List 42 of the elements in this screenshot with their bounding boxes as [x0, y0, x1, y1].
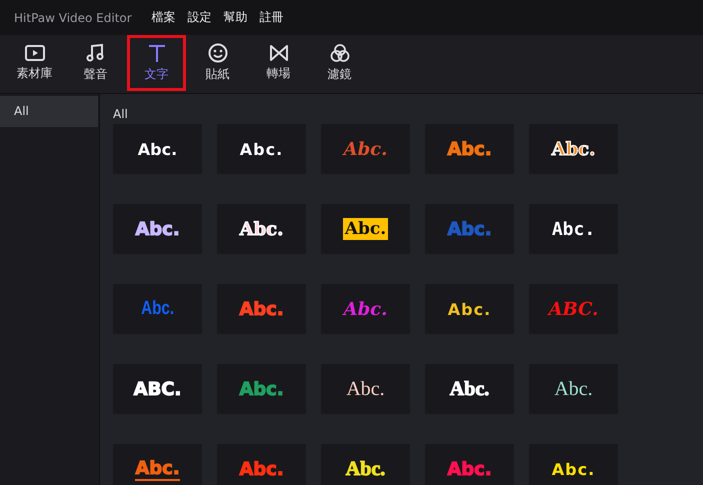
text-style-preset[interactable]: Abc. — [321, 204, 410, 254]
filter-circles-icon — [330, 43, 350, 63]
app-title: HitPaw Video Editor — [14, 10, 132, 24]
text-style-preset[interactable]: Abc. — [217, 124, 306, 174]
text-style-preset[interactable]: Abc. — [321, 444, 410, 485]
text-style-preset[interactable]: Abc. — [113, 204, 202, 254]
toolbar-tab[interactable]: 轉場 — [249, 35, 308, 91]
text-style-preset[interactable]: Abc. — [321, 124, 410, 174]
text-style-preset[interactable]: ABC. — [113, 364, 202, 414]
menu-item[interactable]: 檔案 — [152, 9, 176, 26]
text-style-preset[interactable]: Abc. — [217, 444, 306, 485]
toolbar-tab[interactable]: 文字 — [127, 35, 186, 91]
text-style-preset[interactable]: ABC. — [529, 284, 618, 334]
text-style-preset[interactable]: Abc. — [529, 124, 618, 174]
text-style-preset[interactable]: Abc. — [425, 364, 514, 414]
text-icon — [148, 43, 166, 63]
text-style-preset[interactable]: Abc. — [425, 284, 514, 334]
bowtie-icon — [268, 44, 288, 62]
text-style-preset[interactable]: Abc. — [113, 124, 202, 174]
text-style-preset[interactable]: Abc. — [321, 284, 410, 334]
text-style-preset[interactable]: Abc. — [217, 284, 306, 334]
text-style-preset[interactable]: Abc. — [529, 444, 618, 485]
text-style-preset[interactable]: Abc. — [113, 444, 202, 485]
text-style-preset[interactable]: Abc. — [321, 364, 410, 414]
toolbar-tab[interactable]: 貼紙 — [188, 35, 247, 91]
media-icon — [24, 44, 46, 62]
text-style-preset[interactable]: Abc. — [217, 204, 306, 254]
text-style-preset[interactable]: Abc. — [529, 204, 618, 254]
text-style-preset[interactable]: Abc. — [425, 444, 514, 485]
menu-item[interactable]: 設定 — [188, 9, 212, 26]
section-heading: All — [113, 107, 128, 123]
menu-item[interactable]: 註冊 — [260, 9, 284, 26]
category-item[interactable]: All — [0, 96, 98, 127]
text-style-preset[interactable]: Abc. — [425, 124, 514, 174]
toolbar-tab[interactable]: 聲音 — [66, 35, 125, 91]
text-style-preset[interactable]: Abc. — [217, 364, 306, 414]
text-style-preset[interactable]: Abc. — [529, 364, 618, 414]
toolbar-tab[interactable]: 濾鏡 — [310, 35, 369, 91]
toolbar-tab[interactable]: 素材庫 — [5, 35, 64, 91]
music-note-icon — [86, 43, 106, 63]
smiley-icon — [208, 43, 228, 63]
menu-item[interactable]: 幫助 — [224, 9, 248, 26]
